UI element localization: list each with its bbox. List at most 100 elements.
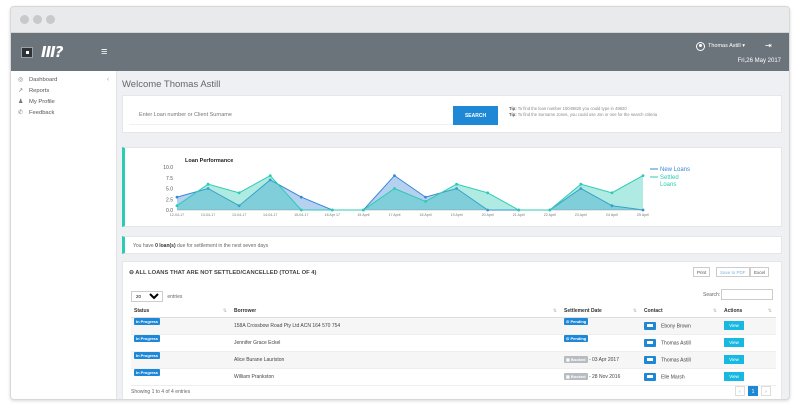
y-tick-label: 5.0 (166, 187, 173, 193)
settlement-badge-text: Booked (570, 357, 586, 362)
data-point (579, 182, 583, 186)
x-tick-label: 15-04-17 (294, 213, 308, 217)
email-icon[interactable] (644, 321, 656, 330)
sidebar-item-dashboard[interactable]: ◎ Dashboard ‹ (11, 75, 116, 86)
loan-performance-chart-panel: Loan Performance 10.0 7.5 5.0 2.5 0.0 12-04-17… (122, 147, 782, 227)
user-menu[interactable]: Thomas Astill ▾ (708, 43, 745, 49)
data-point (486, 191, 490, 195)
dashboard-icon: ◎ (18, 77, 24, 83)
view-button[interactable]: View (724, 321, 744, 330)
contact-name: Ebony Brown (661, 322, 691, 329)
menu-toggle-icon[interactable]: ≡ (101, 46, 107, 58)
data-point (424, 195, 427, 199)
column-label: Borrower (234, 308, 257, 315)
current-date: Fri,26 May 2017 (737, 58, 781, 64)
x-tick-label: 23 April (575, 213, 587, 217)
data-point (299, 208, 303, 212)
data-point (362, 208, 365, 212)
print-button[interactable]: Print (693, 267, 711, 277)
window-close-dot[interactable] (20, 15, 29, 24)
sign-out-icon[interactable]: ⇥ (765, 41, 772, 50)
table-info: Showing 1 to 4 of 4 entries (131, 389, 191, 395)
x-tick-label: 25 April (637, 213, 649, 217)
data-point (610, 191, 614, 195)
top-navbar: III? ≡ Thomas Astill ▾ ⇥ Fri,26 May 2017 (11, 33, 789, 71)
table-search-label: Search: (703, 292, 721, 298)
sort-icon: ⇅ (712, 308, 717, 315)
window-minimize-dot[interactable] (33, 15, 42, 24)
settlement-badge: ⊙ Pending (564, 317, 589, 325)
column-header-borrower[interactable]: Borrower ⇅ (231, 306, 561, 318)
data-point (517, 208, 521, 212)
table-row: In Progress William Prankston ▦ Booked -… (131, 368, 776, 386)
data-point (641, 174, 645, 177)
column-header-contact[interactable]: Contact ⇅ (641, 306, 721, 318)
sidebar-item-label: Dashboard (29, 77, 58, 83)
user-avatar-icon[interactable] (696, 42, 705, 51)
data-point (455, 182, 458, 186)
y-tick-label: 7.5 (166, 176, 173, 182)
view-button[interactable]: View (724, 372, 744, 381)
table-search-input[interactable] (721, 289, 773, 300)
sidebar-item-my-profile[interactable]: ♟ My Profile (11, 97, 116, 108)
data-point (299, 195, 303, 199)
settlement-badge: ⊙ Pending (564, 334, 589, 342)
brand-logo: III? (41, 43, 63, 61)
view-button[interactable]: View (724, 355, 744, 364)
pagination-page-1[interactable]: 1 (748, 386, 758, 396)
status-badge: In Progress (134, 317, 161, 325)
sort-icon: ⇅ (767, 308, 772, 315)
x-tick-label: 13-04-17 (232, 213, 246, 217)
settlement-notice-text: You have 0 loan(s) due for settlement in… (133, 243, 268, 249)
borrower-cell: William Prankston (231, 368, 561, 386)
data-point (393, 174, 396, 177)
x-tick-label: 17 April (388, 213, 400, 217)
pagination-next[interactable]: › (761, 386, 771, 396)
table-row: In Progress 158A Crossbow Road Pty Ltd A… (131, 317, 776, 335)
view-button[interactable]: View (724, 338, 744, 347)
main-content: Welcome Thomas Astill SEARCH Tip: To fin… (117, 71, 789, 399)
settlement-badge-text: Booked (570, 374, 586, 379)
notice-prefix: You have (133, 243, 154, 249)
settlement-badge: ▦ Booked (564, 373, 588, 380)
sidebar: ◎ Dashboard ‹ ↗ Reports ♟ My Profile ✆ F… (11, 71, 117, 399)
excel-button[interactable]: Excel (750, 267, 770, 277)
save-pdf-button[interactable]: Save to PDF (716, 267, 750, 277)
email-icon[interactable] (644, 372, 656, 381)
sort-icon: ⇅ (552, 308, 557, 315)
tip-text: To find the Surname Jones, you could use… (517, 112, 658, 117)
loans-panel: ⊖ ALL LOANS THAT ARE NOT SETTLED/CANCELL… (122, 261, 782, 399)
contact-name: Elle Marsh (661, 373, 685, 380)
sidebar-item-label: Reports (29, 88, 50, 94)
sidebar-item-label: Feedback (29, 110, 55, 116)
column-header-actions[interactable]: Actions ⇅ (721, 306, 776, 318)
tip-text: To find the loan number 10049820 you cou… (517, 106, 627, 111)
x-tick-label: 18 April (420, 213, 432, 217)
window-chrome (11, 7, 789, 33)
pagination-prev[interactable]: ‹ (735, 386, 745, 396)
x-tick-label: 12-04-17 (170, 213, 184, 217)
search-button[interactable]: SEARCH (453, 106, 498, 125)
tip-label: Tip: (509, 106, 517, 111)
x-tick-label: 22 April (544, 213, 556, 217)
window-maximize-dot[interactable] (46, 15, 55, 24)
data-point (237, 191, 241, 195)
loan-search-input[interactable] (129, 106, 453, 125)
settlement-badge: ▦ Booked (564, 356, 588, 363)
sidebar-item-feedback[interactable]: ✆ Feedback (11, 108, 116, 119)
column-header-status[interactable]: Status ⇅ (131, 306, 231, 318)
page-title: Welcome Thomas Astill (122, 79, 221, 90)
table-row: In Progress Alice Burane Lauriston ▦ Boo… (131, 351, 776, 369)
email-icon[interactable] (644, 338, 656, 347)
x-tick-label: 20 April (482, 213, 494, 217)
sidebar-item-reports[interactable]: ↗ Reports (11, 86, 116, 97)
legend-label-settled-loans-cont: Loans (660, 182, 676, 188)
data-point (330, 208, 334, 212)
entries-select[interactable]: 20 (131, 291, 163, 302)
user-name: Thomas Astill (708, 43, 741, 49)
email-icon[interactable] (644, 355, 656, 364)
y-tick-label: 10.0 (163, 165, 173, 171)
column-header-settlement-date[interactable]: Settlement Date ⇅ (561, 306, 641, 318)
loans-panel-title: ⊖ ALL LOANS THAT ARE NOT SETTLED/CANCELL… (129, 270, 317, 276)
y-tick-label: 2.5 (166, 197, 173, 203)
